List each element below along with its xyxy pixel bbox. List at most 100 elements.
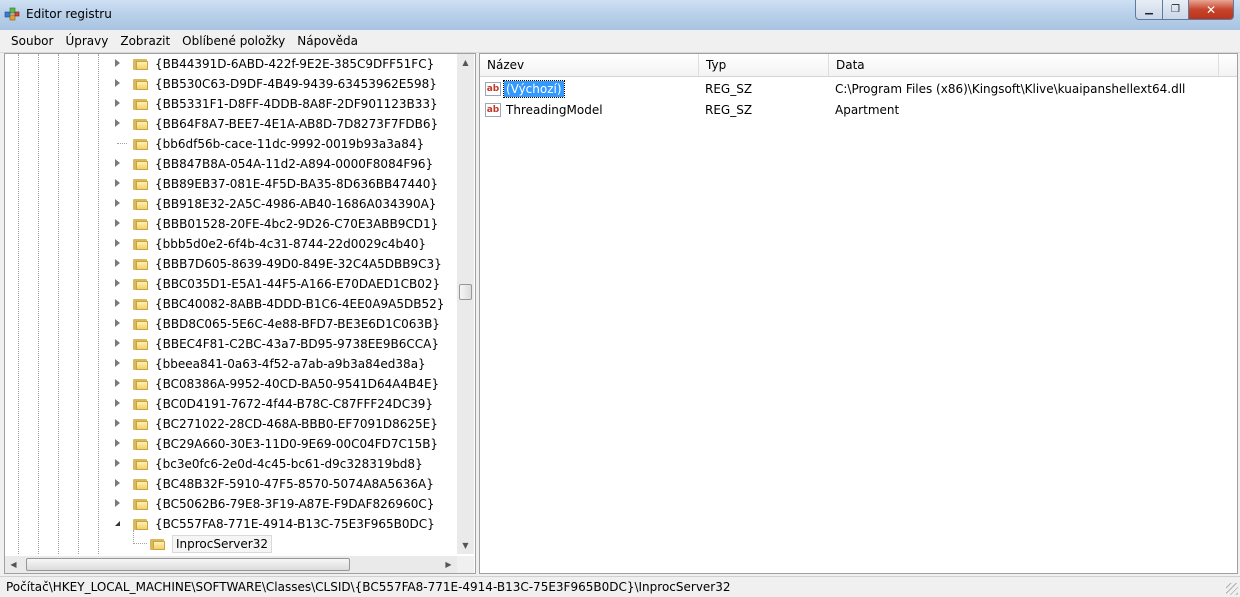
expand-arrow-icon[interactable] — [115, 279, 120, 287]
tree-node[interactable]: {BBC035D1-E5A1-44F5-A166-E70DAED1CB02} — [5, 274, 457, 294]
folder-icon — [133, 158, 149, 170]
column-header-name[interactable]: Název — [480, 54, 699, 76]
tree-node-label: {BB89EB37-081E-4F5D-BA35-8D636BB47440} — [155, 177, 439, 191]
tree-node[interactable]: {bb6df56b-cace-11dc-9992-0019b93a3a84} — [5, 134, 457, 154]
tree-node-label: {BC48B32F-5910-47F5-8570-5074A8A5636A} — [155, 477, 434, 491]
tree-vertical-scrollbar[interactable]: ▲ ▼ — [457, 54, 474, 554]
tree-horizontal-scroll-thumb[interactable] — [26, 558, 350, 571]
expand-arrow-icon[interactable] — [115, 259, 120, 267]
tree-node[interactable]: {BB89EB37-081E-4F5D-BA35-8D636BB47440} — [5, 174, 457, 194]
menu-oblibene-polozky[interactable]: Oblíbené položky — [176, 34, 291, 48]
folder-icon — [133, 338, 149, 350]
expand-arrow-icon[interactable] — [115, 399, 120, 407]
tree-node[interactable]: {BBD8C065-5E6C-4e88-BFD7-BE3E6D1C063B} — [5, 314, 457, 334]
tree-node[interactable]: {BB64F8A7-BEE7-4E1A-AB8D-7D8273F7FDB6} — [5, 114, 457, 134]
expand-arrow-icon[interactable] — [115, 79, 120, 87]
maximize-button[interactable]: ❐ — [1163, 0, 1189, 20]
tree-node[interactable]: {BC271022-28CD-468A-BBB0-EF7091D8625E} — [5, 414, 457, 434]
tree-node-label: {BC29A660-30E3-11D0-9E69-00C04FD7C15B} — [155, 437, 439, 451]
tree-connector-line — [133, 543, 147, 544]
expand-arrow-icon[interactable] — [115, 319, 120, 327]
scroll-up-arrow-icon[interactable]: ▲ — [457, 54, 474, 71]
tree-node[interactable]: {BC5062B6-79E8-3F19-A87E-F9DAF826960C} — [5, 494, 457, 514]
status-path: Počítač\HKEY_LOCAL_MACHINE\SOFTWARE\Clas… — [6, 580, 731, 594]
menu-soubor[interactable]: Soubor — [5, 34, 59, 48]
tree-horizontal-scrollbar[interactable]: ◀ ▶ — [5, 556, 457, 573]
tree-node[interactable]: {BC48B32F-5910-47F5-8570-5074A8A5636A} — [5, 474, 457, 494]
value-row[interactable]: ab ThreadingModel REG_SZ Apartment — [480, 100, 1237, 121]
close-button[interactable]: ✕ — [1189, 0, 1234, 20]
minimize-icon: ▁ — [1145, 4, 1153, 15]
expand-arrow-icon[interactable] — [115, 499, 120, 507]
tree-node-label: InprocServer32 — [172, 535, 272, 553]
tree-node[interactable]: {bbb5d0e2-6f4b-4c31-8744-22d0029c4b40} — [5, 234, 457, 254]
value-name: ThreadingModel — [506, 103, 603, 117]
expand-arrow-icon[interactable] — [115, 419, 120, 427]
expand-arrow-icon[interactable] — [115, 479, 120, 487]
expand-arrow-icon[interactable] — [115, 299, 120, 307]
collapse-arrow-icon[interactable] — [115, 521, 120, 526]
tree-vertical-scroll-thumb[interactable] — [459, 284, 472, 300]
menu-napoveda[interactable]: Nápověda — [291, 34, 364, 48]
value-row[interactable]: ab (Výchozí) REG_SZ C:\Program Files (x86)\… — [480, 79, 1237, 100]
tree-node[interactable]: {BC08386A-9952-40CD-BA50-9541D64A4B4E} — [5, 374, 457, 394]
expand-arrow-icon[interactable] — [115, 239, 120, 247]
tree-node-label: {BB918E32-2A5C-4986-AB40-1686A034390A} — [155, 197, 437, 211]
tree-node-label: {BC271022-28CD-468A-BBB0-EF7091D8625E} — [155, 417, 438, 431]
column-header-type[interactable]: Typ — [699, 54, 829, 76]
tree-node[interactable]: {BBB01528-20FE-4bc2-9D26-C70E3ABB9CD1} — [5, 214, 457, 234]
column-header-data[interactable]: Data — [829, 54, 1219, 76]
folder-icon — [133, 58, 149, 70]
folder-icon — [133, 498, 149, 510]
expand-arrow-icon[interactable] — [115, 459, 120, 467]
values-list-pane[interactable]: Název Typ Data ab (Výchozí) REG_SZ C:\Progr… — [479, 53, 1238, 574]
value-data: C:\Program Files (x86)\Kingsoft\Klive\ku… — [835, 82, 1186, 96]
tree-node[interactable]: {BB5331F1-D8FF-4DDB-8A8F-2DF901123B33} — [5, 94, 457, 114]
expand-arrow-icon[interactable] — [115, 379, 120, 387]
title-bar[interactable]: Editor registru ▁ ❐ ✕ — [0, 0, 1240, 30]
maximize-icon: ❐ — [1171, 4, 1180, 15]
expand-arrow-icon[interactable] — [115, 179, 120, 187]
tree-node[interactable]: {bc3e0fc6-2e0d-4c45-bc61-d9c328319bd8} — [5, 454, 457, 474]
expand-arrow-icon[interactable] — [115, 119, 120, 127]
status-bar: Počítač\HKEY_LOCAL_MACHINE\SOFTWARE\Clas… — [0, 576, 1240, 597]
scroll-left-arrow-icon[interactable]: ◀ — [5, 556, 22, 573]
expand-arrow-icon[interactable] — [115, 359, 120, 367]
expand-arrow-icon[interactable] — [115, 59, 120, 67]
key-tree[interactable]: {BB44391D-6ABD-422f-9E2E-385C9DFF51FC} {B… — [5, 54, 457, 554]
menu-zobrazit[interactable]: Zobrazit — [114, 34, 176, 48]
tree-node-label: {bbeea841-0a63-4f52-a7ab-a9b3a84ed38a} — [155, 357, 426, 371]
tree-node[interactable]: {BC557FA8-771E-4914-B13C-75E3F965B0DC} — [5, 514, 457, 534]
expand-arrow-icon[interactable] — [115, 219, 120, 227]
tree-node[interactable]: {BBB7D605-8639-49D0-849E-32C4A5DBB9C3} — [5, 254, 457, 274]
key-tree-pane[interactable]: {BB44391D-6ABD-422f-9E2E-385C9DFF51FC} {B… — [4, 53, 476, 574]
tree-node[interactable]: {BC29A660-30E3-11D0-9E69-00C04FD7C15B} — [5, 434, 457, 454]
tree-node[interactable]: {BBEC4F81-C2BC-43a7-BD95-9738EE9B6CCA} — [5, 334, 457, 354]
resize-grip-icon[interactable] — [1226, 583, 1238, 595]
folder-icon — [150, 538, 166, 550]
scroll-right-arrow-icon[interactable]: ▶ — [440, 556, 457, 573]
tree-node[interactable]: {BB44391D-6ABD-422f-9E2E-385C9DFF51FC} — [5, 54, 457, 74]
expand-arrow-icon[interactable] — [115, 159, 120, 167]
tree-node[interactable]: {BB918E32-2A5C-4986-AB40-1686A034390A} — [5, 194, 457, 214]
tree-node-label: {BB530C63-D9DF-4B49-9439-63453962E598} — [155, 77, 437, 91]
folder-icon — [133, 418, 149, 430]
folder-icon — [133, 98, 149, 110]
tree-node-label: {bb6df56b-cace-11dc-9992-0019b93a3a84} — [155, 137, 425, 151]
tree-node[interactable]: {BC0D4191-7672-4f44-B78C-C87FFF24DC39} — [5, 394, 457, 414]
expand-arrow-icon[interactable] — [115, 199, 120, 207]
scroll-down-arrow-icon[interactable]: ▼ — [457, 537, 474, 554]
tree-connector-line — [133, 530, 134, 544]
menu-upravy[interactable]: Úpravy — [59, 34, 114, 48]
expand-arrow-icon[interactable] — [115, 339, 120, 347]
tree-node[interactable]: {BB530C63-D9DF-4B49-9439-63453962E598} — [5, 74, 457, 94]
tree-node[interactable]: {BB847B8A-054A-11d2-A894-0000F8084F96} — [5, 154, 457, 174]
minimize-button[interactable]: ▁ — [1135, 0, 1163, 20]
tree-node[interactable]: InprocServer32 — [5, 534, 457, 554]
expand-arrow-icon[interactable] — [115, 99, 120, 107]
string-value-icon: ab — [485, 82, 501, 96]
expand-arrow-icon[interactable] — [115, 439, 120, 447]
tree-node[interactable]: {BBC40082-8ABB-4DDD-B1C6-4EE0A9A5DB52} — [5, 294, 457, 314]
tree-node[interactable]: {bbeea841-0a63-4f52-a7ab-a9b3a84ed38a} — [5, 354, 457, 374]
tree-node-label: {BC557FA8-771E-4914-B13C-75E3F965B0DC} — [155, 517, 435, 531]
